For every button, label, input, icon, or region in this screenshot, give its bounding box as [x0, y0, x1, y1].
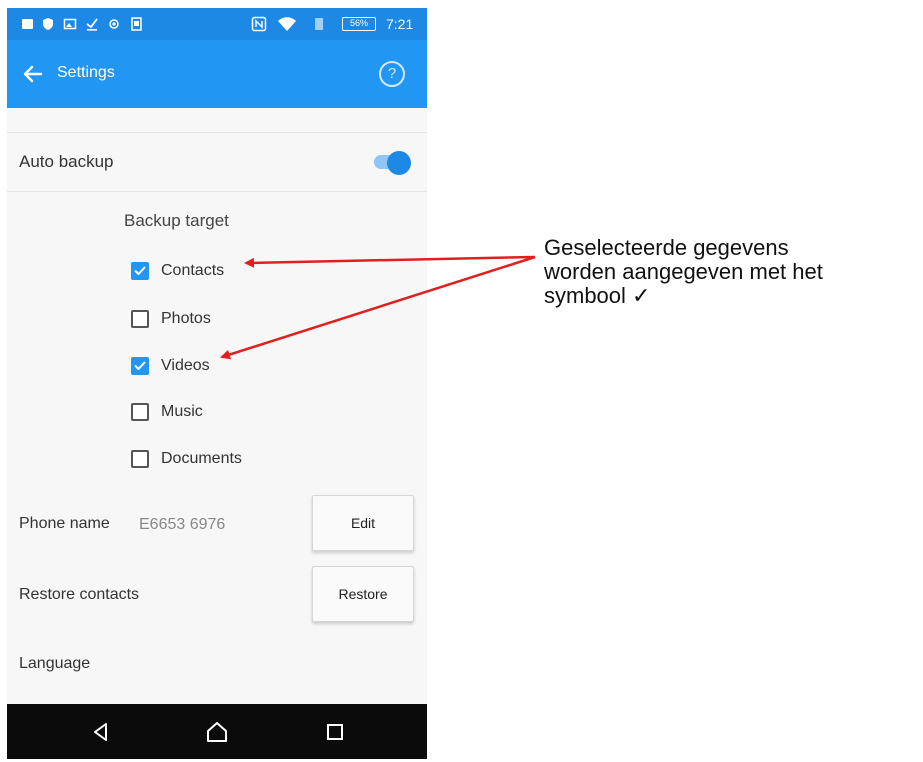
- annotation-arrows: [220, 255, 536, 360]
- annotation-line: Geselecteerde gegevens: [544, 235, 789, 260]
- annotation-line: symbool ✓: [544, 283, 651, 308]
- arrow-to-videos: [220, 255, 536, 360]
- annotation-text: Geselecteerde gegevens worden aangegeven…: [544, 236, 919, 308]
- arrow-to-contacts: [244, 255, 536, 268]
- annotation-line: worden aangegeven met het: [544, 259, 823, 284]
